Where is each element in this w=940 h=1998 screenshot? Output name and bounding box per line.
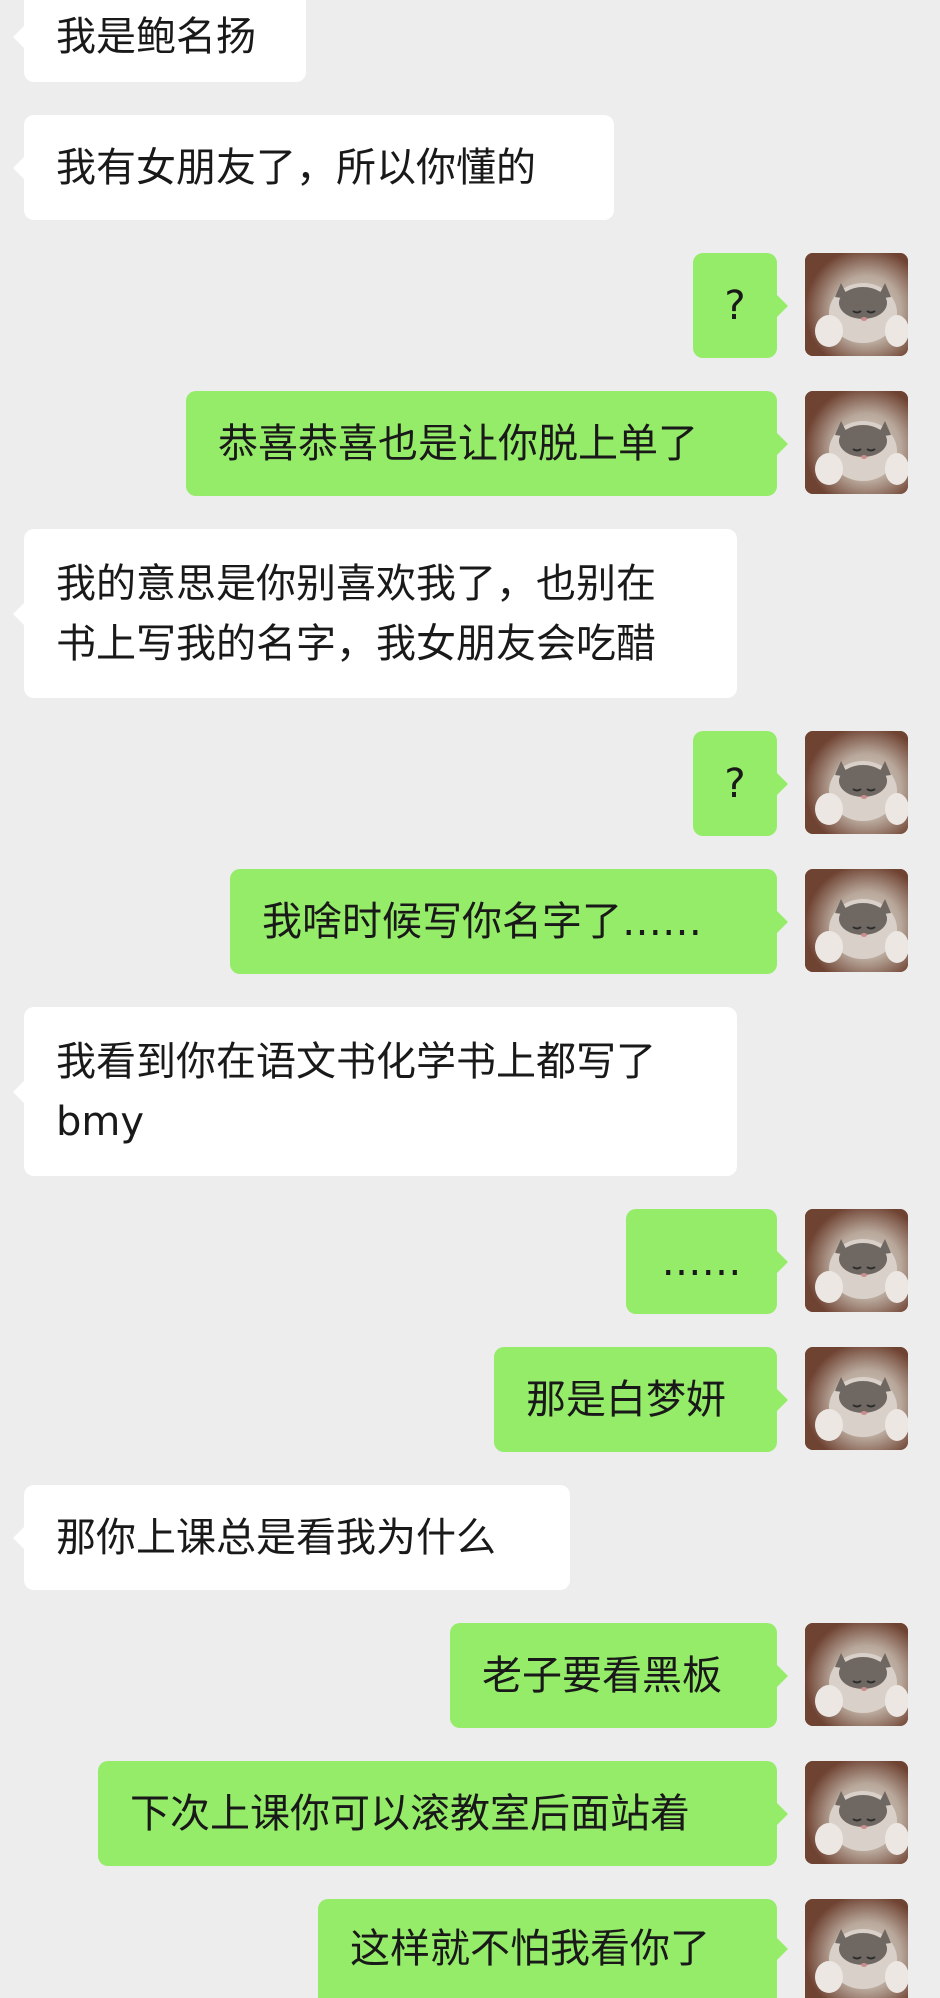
kitten-avatar-icon[interactable] bbox=[805, 1899, 908, 1998]
message-text: 我看到你在语文书化学书上都写了 bbox=[56, 1038, 656, 1085]
message-text: 这样就不怕我看你了 bbox=[350, 1925, 710, 1972]
outgoing-message-bubble[interactable]: …… bbox=[626, 1209, 788, 1314]
outgoing-message-bubble[interactable]: 那是白梦妍 bbox=[494, 1347, 788, 1452]
outgoing-message-bubble[interactable]: ? bbox=[693, 253, 788, 358]
kitten-avatar-icon[interactable] bbox=[805, 1761, 908, 1864]
message-text: 恭喜恭喜也是让你脱上单了 bbox=[218, 420, 698, 467]
outgoing-message-bubble[interactable]: 恭喜恭喜也是让你脱上单了 bbox=[186, 391, 788, 496]
kitten-avatar-icon[interactable] bbox=[805, 1623, 908, 1726]
message-text: 老子要看黑板 bbox=[482, 1652, 722, 1699]
incoming-message-bubble[interactable]: 我看到你在语文书化学书上都写了 bmy bbox=[13, 1007, 737, 1176]
outgoing-message-bubble[interactable]: 我啥时候写你名字了…… bbox=[230, 869, 788, 974]
message-text: 下次上课你可以滚教室后面站着 bbox=[130, 1790, 690, 1837]
message-text: 那你上课总是看我为什么 bbox=[56, 1514, 496, 1561]
outgoing-message-bubble[interactable]: ? bbox=[693, 731, 788, 836]
message-text: ? bbox=[724, 760, 746, 807]
message-text: 书上写我的名字，我女朋友会吃醋 bbox=[56, 620, 656, 667]
kitten-avatar-icon[interactable] bbox=[805, 731, 908, 834]
kitten-avatar-icon[interactable] bbox=[805, 253, 908, 356]
incoming-message-bubble[interactable]: 我是鲍名扬 bbox=[13, 0, 306, 82]
outgoing-message-bubble[interactable]: 这样就不怕我看你了 bbox=[318, 1899, 788, 1998]
message-text: ? bbox=[724, 282, 746, 329]
incoming-message-bubble[interactable]: 我有女朋友了，所以你懂的 bbox=[13, 115, 614, 220]
kitten-avatar-icon[interactable] bbox=[805, 1209, 908, 1312]
message-text: …… bbox=[661, 1238, 742, 1285]
message-text: bmy bbox=[56, 1098, 145, 1145]
chat-message-list[interactable]: 我是鲍名扬 我有女朋友了，所以你懂的 ? 恭喜恭喜也是让你脱上单了 我的意思是你… bbox=[0, 0, 940, 1998]
message-text: 那是白梦妍 bbox=[526, 1376, 726, 1423]
kitten-avatar-icon[interactable] bbox=[805, 1347, 908, 1450]
kitten-avatar-icon[interactable] bbox=[805, 391, 908, 494]
incoming-message-bubble[interactable]: 我的意思是你别喜欢我了，也别在 书上写我的名字，我女朋友会吃醋 bbox=[13, 529, 737, 698]
message-text: 我是鲍名扬 bbox=[56, 14, 256, 60]
message-text: 我有女朋友了，所以你懂的 bbox=[56, 144, 536, 191]
outgoing-message-bubble[interactable]: 下次上课你可以滚教室后面站着 bbox=[98, 1761, 788, 1866]
message-text: 我啥时候写你名字了…… bbox=[262, 898, 702, 945]
kitten-avatar-icon[interactable] bbox=[805, 869, 908, 972]
outgoing-message-bubble[interactable]: 老子要看黑板 bbox=[450, 1623, 788, 1728]
message-text: 我的意思是你别喜欢我了，也别在 bbox=[56, 560, 656, 607]
incoming-message-bubble[interactable]: 那你上课总是看我为什么 bbox=[13, 1485, 570, 1590]
